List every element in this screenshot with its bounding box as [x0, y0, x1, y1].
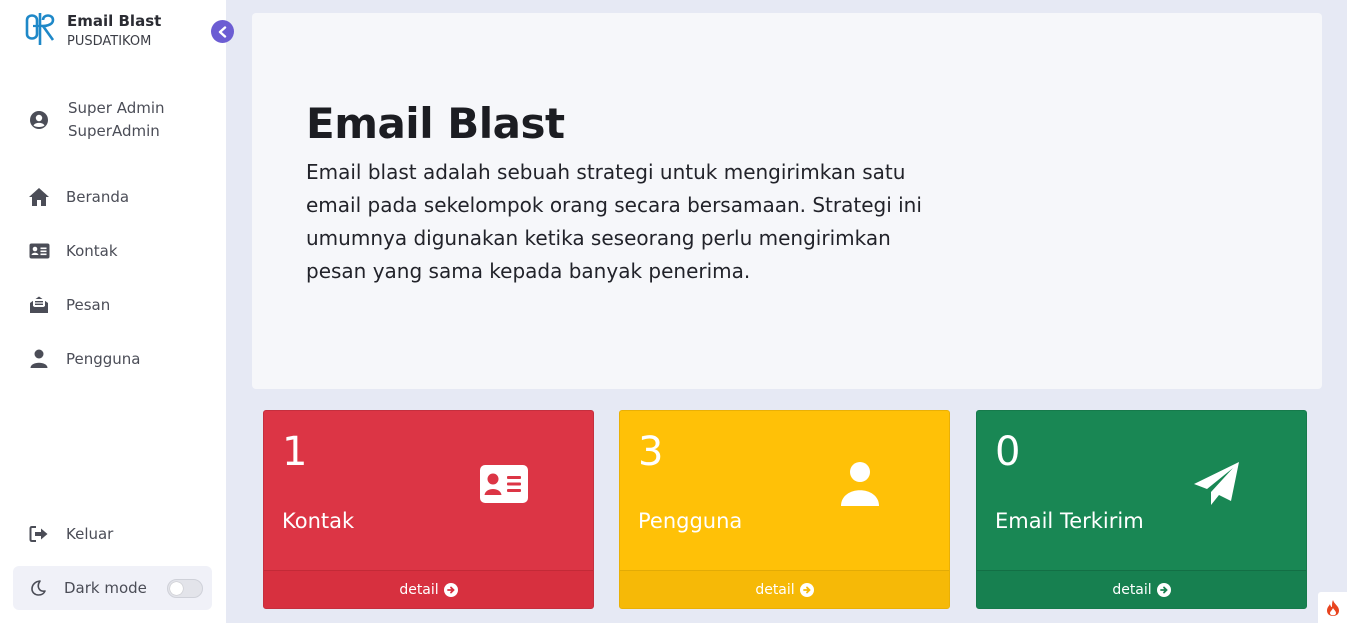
brand-subtitle: PUSDATIKOM: [67, 34, 152, 49]
sidebar: Email Blast PUSDATIKOM Super Admin Super…: [0, 0, 234, 623]
chevron-left-icon: [218, 25, 226, 38]
brand-logo-icon: [25, 13, 55, 45]
stat-label: Kontak: [282, 509, 355, 533]
stat-label: Pengguna: [638, 509, 743, 533]
dark-mode-row: Dark mode: [13, 566, 212, 610]
sidebar-item-beranda[interactable]: Beranda: [28, 186, 129, 208]
detail-label: detail: [399, 581, 439, 598]
paper-plane-icon: [1189, 459, 1245, 509]
hero-panel: Email Blast Email blast adalah sebuah st…: [252, 13, 1322, 389]
logout-button[interactable]: Keluar: [28, 523, 113, 545]
fire-icon[interactable]: [1318, 592, 1347, 623]
user-role: SuperAdmin: [68, 122, 160, 140]
sidebar-item-label: Beranda: [66, 188, 130, 206]
dark-mode-label: Dark mode: [64, 579, 147, 597]
id-card-icon: [476, 459, 532, 509]
logout-label: Keluar: [66, 525, 114, 543]
hero-title: Email Blast: [306, 99, 565, 148]
stat-label: Email Terkirim: [995, 509, 1144, 533]
sidebar-item-pesan[interactable]: Pesan: [28, 294, 110, 316]
detail-link[interactable]: detail: [620, 570, 949, 608]
sign-out-icon: [28, 523, 50, 545]
brand-title: Email Blast: [67, 12, 162, 30]
arrow-circle-right-icon: [799, 582, 814, 597]
sidebar-item-kontak[interactable]: Kontak: [28, 240, 118, 262]
detail-label: detail: [755, 581, 795, 598]
user-icon: [832, 459, 888, 509]
user-name: Super Admin: [68, 99, 165, 117]
arrow-circle-right-icon: [443, 582, 458, 597]
user-profile[interactable]: Super Admin SuperAdmin: [29, 97, 165, 143]
brand[interactable]: Email Blast PUSDATIKOM: [23, 10, 161, 52]
user-icon: [28, 348, 50, 370]
stat-count: 3: [638, 429, 664, 475]
id-card-icon: [28, 240, 50, 262]
sidebar-collapse-button[interactable]: [211, 20, 234, 43]
stat-card-pengguna: 3 Pengguna detail: [619, 410, 950, 609]
sidebar-item-label: Kontak: [66, 242, 118, 260]
stat-count: 0: [995, 429, 1021, 475]
stat-count: 1: [282, 429, 308, 475]
sidebar-item-pengguna[interactable]: Pengguna: [28, 348, 141, 370]
moon-icon: [31, 580, 46, 596]
user-circle-icon: [30, 111, 48, 129]
sidebar-item-label: Pesan: [66, 296, 111, 314]
stat-card-kontak: 1 Kontak detail: [263, 410, 594, 609]
envelope-open-text-icon: [28, 294, 50, 316]
home-icon: [28, 186, 50, 208]
detail-label: detail: [1112, 581, 1152, 598]
detail-link[interactable]: detail: [977, 570, 1306, 608]
toggle-knob: [170, 582, 183, 595]
stat-card-email-terkirim: 0 Email Terkirim detail: [976, 410, 1307, 609]
dark-mode-toggle[interactable]: [167, 579, 203, 598]
detail-link[interactable]: detail: [264, 570, 593, 608]
sidebar-item-label: Pengguna: [66, 350, 141, 368]
hero-description: Email blast adalah sebuah strategi untuk…: [306, 160, 922, 283]
arrow-circle-right-icon: [1156, 582, 1171, 597]
